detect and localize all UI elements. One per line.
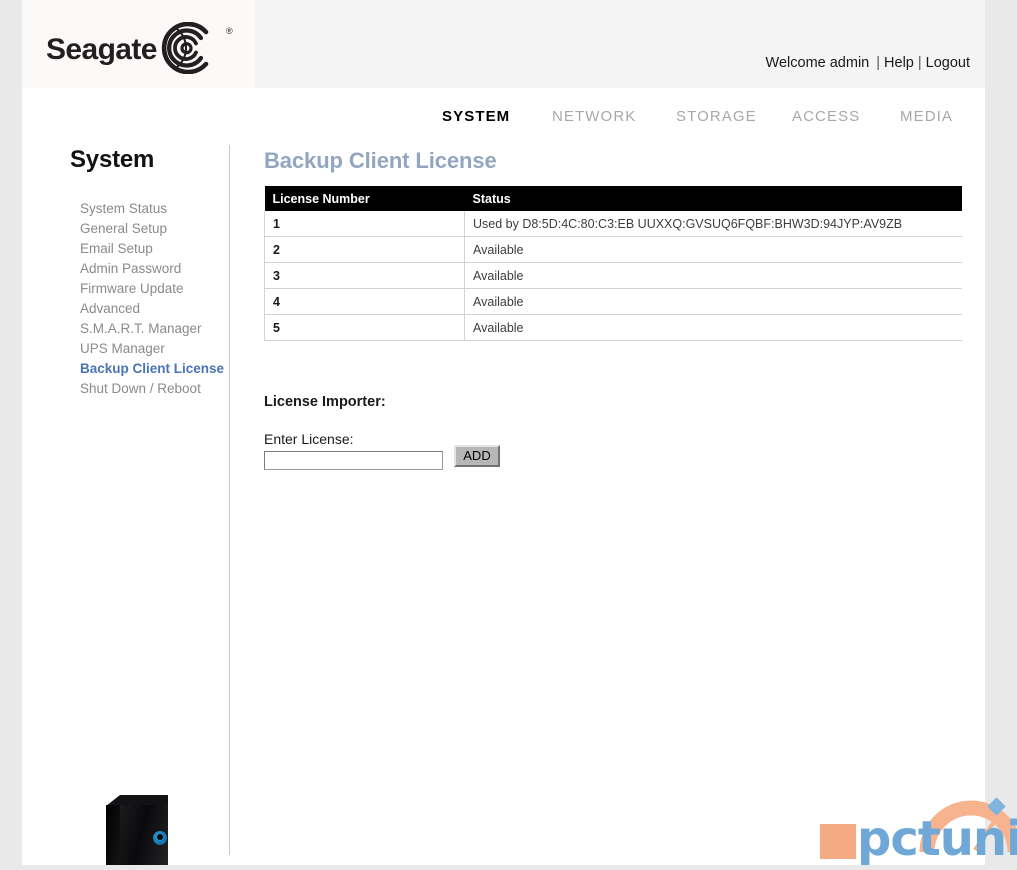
sidebar-menu: System Status General Setup Email Setup … (80, 199, 230, 399)
license-table: License Number Status 1 Used by D8:5D:4C… (264, 186, 962, 341)
page-container: Seagate ® Welcome admin | Help | Logout SYST… (22, 0, 1017, 865)
sidebar-item-advanced[interactable]: Advanced (80, 299, 230, 319)
table-header-row: License Number Status (264, 186, 962, 211)
seagate-wordmark: Seagate (46, 33, 157, 66)
enter-license-label: Enter License: (264, 431, 354, 447)
device-side-face (106, 805, 121, 865)
device-front-face (120, 805, 168, 865)
sidebar-title: System (70, 146, 155, 173)
cell-license-number: 3 (264, 262, 465, 289)
nas-device-image (106, 795, 178, 865)
logout-link[interactable]: Logout (926, 55, 970, 71)
tab-network[interactable]: NETWORK (552, 108, 636, 125)
sidebar-item-email-setup[interactable]: Email Setup (80, 239, 230, 259)
table-row: 2 Available (264, 236, 962, 263)
cell-license-number: 2 (264, 236, 465, 263)
table-row: 5 Available (264, 314, 962, 341)
registered-trademark-icon: ® (226, 26, 233, 36)
sidebar-item-general-setup[interactable]: General Setup (80, 219, 230, 239)
column-header-license-number: License Number (264, 186, 465, 211)
site-header: Seagate ® Welcome admin | Help | Logout (22, 0, 985, 88)
user-bar-separator-2: | (917, 55, 922, 71)
cell-license-number: 5 (264, 314, 465, 341)
column-header-status: Status (464, 186, 962, 211)
content-area: Backup Client License License Number Sta… (230, 142, 985, 865)
sidebar-item-smart-manager[interactable]: S.M.A.R.T. Manager (80, 319, 230, 339)
welcome-label: Welcome admin (765, 55, 870, 71)
user-bar-separator-1: | (876, 55, 881, 71)
cell-license-number: 1 (264, 211, 465, 237)
table-row: 3 Available (264, 262, 962, 289)
cell-status: Available (464, 314, 962, 341)
tab-media[interactable]: MEDIA (900, 108, 953, 125)
cell-status: Available (464, 262, 962, 289)
sidebar-item-system-status[interactable]: System Status (80, 199, 230, 219)
sidebar-item-ups-manager[interactable]: UPS Manager (80, 339, 230, 359)
tab-storage[interactable]: STORAGE (676, 108, 757, 125)
seagate-logo: Seagate ® (46, 21, 246, 75)
cell-status: Available (464, 236, 962, 263)
help-link[interactable]: Help (884, 55, 914, 71)
sidebar: System System Status General Setup Email… (22, 142, 229, 865)
license-input[interactable] (264, 451, 443, 470)
table-row: 4 Available (264, 288, 962, 315)
table-row: 1 Used by D8:5D:4C:80:C3:EB UUXXQ:GVSUQ6… (264, 211, 962, 237)
cell-status: Used by D8:5D:4C:80:C3:EB UUXXQ:GVSUQ6FQ… (464, 211, 962, 237)
page-title: Backup Client License (264, 148, 497, 173)
sidebar-item-firmware-update[interactable]: Firmware Update (80, 279, 230, 299)
cell-status: Available (464, 288, 962, 315)
seagate-swirl-icon (149, 21, 221, 79)
sidebar-item-shut-down-reboot[interactable]: Shut Down / Reboot (80, 379, 230, 399)
cell-license-number: 4 (264, 288, 465, 315)
sidebar-item-admin-password[interactable]: Admin Password (80, 259, 230, 279)
add-license-button[interactable]: ADD (454, 445, 500, 467)
user-bar: Welcome admin | Help | Logout (766, 55, 970, 71)
tab-system[interactable]: SYSTEM (442, 108, 510, 125)
license-importer-heading: License Importer: (264, 394, 386, 410)
device-seagate-badge-icon (153, 831, 167, 845)
tab-access[interactable]: ACCESS (792, 108, 860, 125)
sidebar-item-backup-client-license[interactable]: Backup Client License (80, 359, 230, 379)
